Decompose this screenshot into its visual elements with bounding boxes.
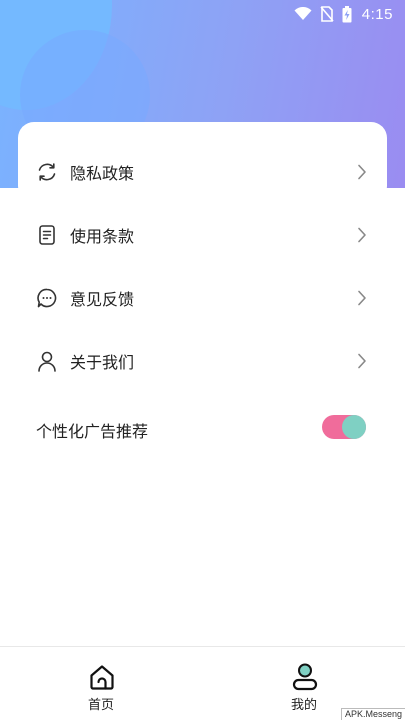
refresh-icon [38,163,56,181]
tab-home[interactable]: 首页 [51,647,151,720]
menu-item-terms-of-use[interactable]: 使用条款 [0,205,405,265]
tab-mine[interactable]: 我的 [254,647,354,720]
wifi-icon [294,7,312,20]
document-icon [39,225,55,245]
chevron-right-icon [358,164,366,180]
menu-item-label: 使用条款 [70,227,135,246]
toggle-knob [342,415,366,439]
watermark-label: APK.Messeng [340,708,405,720]
menu-item-label: 意见反馈 [70,290,135,309]
personalized-ads-row: 个性化广告推荐 [0,398,405,458]
tab-home-label: 首页 [87,698,114,713]
chevron-right-icon [358,353,366,369]
chevron-right-icon [358,227,366,243]
menu-item-feedback[interactable]: 意见反馈 [0,268,405,328]
personalized-ads-toggle[interactable] [322,415,366,439]
chevron-right-icon [358,290,366,306]
profile-icon [292,663,318,691]
menu-item-label: 关于我们 [70,353,135,372]
battery-charging-icon [342,5,352,22]
menu-item-label: 隐私政策 [70,164,135,183]
person-icon [38,351,56,372]
status-time: 4:15 [361,5,393,23]
tab-mine-label: 我的 [290,698,317,713]
menu-item-about-us[interactable]: 关于我们 [0,331,405,391]
home-icon [90,665,114,690]
settings-screen: 4:15 隐私政策 使用条款 意见反馈 关于我们 个性化广告推荐 首页 我的 A… [0,0,405,720]
chat-bubble-icon [37,288,57,308]
no-sim-icon [320,6,334,22]
personalized-ads-label: 个性化广告推荐 [36,422,149,441]
status-bar: 4:15 [0,0,405,28]
menu-item-privacy-policy[interactable]: 隐私政策 [0,142,405,202]
